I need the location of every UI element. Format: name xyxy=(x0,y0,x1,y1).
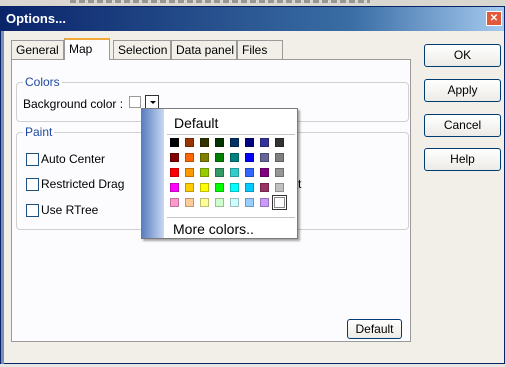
color-swatch[interactable] xyxy=(245,198,254,207)
restricted-drag-label: Restricted Drag xyxy=(41,177,125,191)
tab-map[interactable]: Map xyxy=(64,38,110,60)
color-swatch[interactable] xyxy=(185,153,194,162)
color-swatch[interactable] xyxy=(170,138,179,147)
color-swatch[interactable] xyxy=(260,183,269,192)
color-swatch[interactable] xyxy=(245,168,254,177)
color-swatch[interactable] xyxy=(170,153,179,162)
popup-separator xyxy=(167,134,295,135)
default-color-item[interactable]: Default xyxy=(174,115,218,131)
color-swatch[interactable] xyxy=(200,168,209,177)
hidden-option-label-fragment: t xyxy=(298,177,302,191)
color-swatch[interactable] xyxy=(185,198,194,207)
colors-legend: Colors xyxy=(23,75,62,89)
color-swatch[interactable] xyxy=(230,183,239,192)
color-swatch[interactable] xyxy=(245,138,254,147)
color-swatch[interactable] xyxy=(275,153,284,162)
color-swatch[interactable] xyxy=(215,168,224,177)
color-swatch[interactable] xyxy=(170,168,179,177)
use-rtree-checkbox[interactable] xyxy=(26,204,39,217)
color-swatch[interactable] xyxy=(185,138,194,147)
color-swatch[interactable] xyxy=(215,153,224,162)
auto-center-checkbox[interactable] xyxy=(26,153,39,166)
help-button[interactable]: Help xyxy=(424,148,501,171)
paint-legend: Paint xyxy=(23,125,55,139)
more-colors-item[interactable]: More colors.. xyxy=(173,221,254,237)
color-swatch[interactable] xyxy=(200,198,209,207)
color-swatch[interactable] xyxy=(272,195,287,210)
default-button[interactable]: Default xyxy=(347,319,402,339)
ok-button[interactable]: OK xyxy=(424,44,501,67)
color-swatch[interactable] xyxy=(245,183,254,192)
popup-gradient-strip xyxy=(142,109,164,238)
close-button[interactable]: ✕ xyxy=(486,11,502,26)
color-swatch[interactable] xyxy=(200,153,209,162)
color-swatch[interactable] xyxy=(230,168,239,177)
window-edge xyxy=(1,31,4,365)
restricted-drag-checkbox[interactable] xyxy=(26,178,39,191)
window-title: Options... xyxy=(6,11,66,26)
close-icon: ✕ xyxy=(489,13,499,24)
color-swatch[interactable] xyxy=(200,183,209,192)
color-swatch[interactable] xyxy=(260,138,269,147)
tab-general[interactable]: General xyxy=(11,40,64,59)
color-swatch[interactable] xyxy=(200,138,209,147)
color-swatch[interactable] xyxy=(260,153,269,162)
background-color-swatch[interactable] xyxy=(129,96,141,108)
title-bar[interactable]: Options... ✕ xyxy=(1,7,504,31)
color-swatch[interactable] xyxy=(170,198,179,207)
color-swatch[interactable] xyxy=(275,168,284,177)
color-picker-popup: Default More colors.. xyxy=(141,108,298,239)
color-swatch[interactable] xyxy=(215,138,224,147)
color-swatch[interactable] xyxy=(185,183,194,192)
color-swatch[interactable] xyxy=(260,168,269,177)
color-swatch[interactable] xyxy=(230,198,239,207)
color-swatch[interactable] xyxy=(260,198,269,207)
cancel-button[interactable]: Cancel xyxy=(424,114,501,137)
color-swatch[interactable] xyxy=(170,183,179,192)
apply-button[interactable]: Apply xyxy=(424,79,501,102)
color-swatch[interactable] xyxy=(230,138,239,147)
color-swatch[interactable] xyxy=(215,183,224,192)
color-swatch[interactable] xyxy=(275,138,284,147)
color-swatch[interactable] xyxy=(215,198,224,207)
tab-files[interactable]: Files xyxy=(237,40,283,59)
tab-data-panel[interactable]: Data panel xyxy=(171,40,237,59)
tab-selection[interactable]: Selection xyxy=(113,40,171,59)
background-color-dropdown[interactable] xyxy=(145,95,159,109)
background-color-label: Background color : xyxy=(23,97,124,111)
color-swatch[interactable] xyxy=(245,153,254,162)
use-rtree-label: Use RTree xyxy=(41,203,99,217)
color-swatch[interactable] xyxy=(185,168,194,177)
popup-separator xyxy=(167,217,295,218)
auto-center-label: Auto Center xyxy=(41,152,106,166)
color-swatch[interactable] xyxy=(275,183,284,192)
color-swatch[interactable] xyxy=(230,153,239,162)
